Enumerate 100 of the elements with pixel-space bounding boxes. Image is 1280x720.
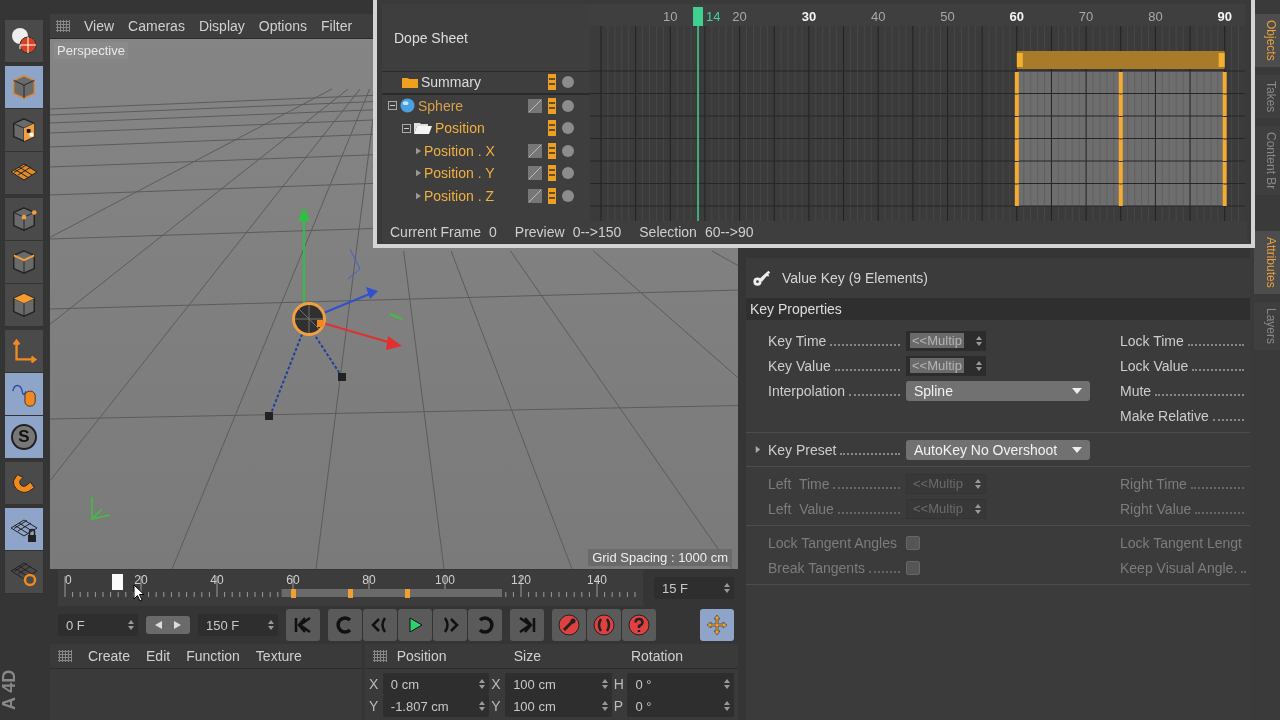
side-tab[interactable]: Attributes [1254,231,1280,295]
coordinate-field[interactable]: 100 cm [505,673,612,695]
menu-item[interactable]: Filter [321,18,353,34]
go-to-end-button[interactable] [510,609,544,641]
spinner-arrows-icon[interactable] [268,620,274,630]
preview-range-bar[interactable] [281,589,502,597]
menu-item[interactable]: Edit [146,648,171,664]
track-bars-icon[interactable] [548,165,556,182]
keyframe-marker[interactable] [1222,94,1227,116]
spinner-arrows-icon[interactable] [976,360,982,371]
menu-item[interactable]: Texture [255,648,302,664]
side-tab[interactable]: Objects [1254,14,1280,67]
menu-item[interactable]: Create [88,648,131,664]
go-to-start-button[interactable] [286,609,320,641]
tool-button[interactable] [5,551,43,594]
help-button[interactable] [622,609,656,641]
tool-button[interactable] [5,508,43,551]
keyframe-marker[interactable] [1118,162,1123,184]
end-frame-field[interactable]: 150 F [198,614,278,636]
next-key-button[interactable] [468,609,502,641]
track-bars-icon[interactable] [548,187,556,204]
solo-dot-icon[interactable] [562,167,574,180]
track-bars-icon[interactable] [548,120,556,137]
curve-toggle-icon[interactable] [528,143,542,158]
track-bars-icon[interactable] [548,142,556,159]
coordinate-field[interactable]: 0 ° [627,695,734,717]
play-button[interactable] [398,609,432,641]
keyframe-marker[interactable] [1222,117,1227,139]
keyframe-marker[interactable] [291,589,296,598]
tool-button[interactable] [5,241,43,284]
menu-item[interactable]: View [84,18,115,34]
keyframe-marker[interactable] [1118,139,1123,161]
spinner-arrows-icon[interactable] [976,335,982,346]
spinner-arrows-icon[interactable] [724,583,730,593]
start-frame-field[interactable]: 0 F [58,614,138,636]
track-bars-icon[interactable] [548,74,556,91]
keyframe-marker[interactable] [1014,162,1019,184]
menu-item[interactable]: Cameras [128,18,185,34]
solo-dot-icon[interactable] [562,189,574,202]
track-name[interactable]: Sphere [418,97,464,114]
spinner-arrows-icon[interactable] [975,503,981,514]
coordinate-field[interactable]: 0 cm [382,673,490,695]
tool-button[interactable] [5,20,43,63]
tool-button[interactable] [5,462,43,505]
keyframe-marker[interactable] [1118,184,1123,206]
tool-button[interactable] [5,109,43,152]
tool-button[interactable]: S [5,416,43,459]
dropdown[interactable]: AutoKey No Overshoot [906,439,1090,460]
menu-item[interactable]: Display [198,18,245,34]
keyframe-marker[interactable] [348,589,353,598]
coordinate-field[interactable]: 0 ° [627,673,734,695]
keyframe-marker[interactable] [1118,94,1123,116]
spinner-arrows-icon[interactable] [601,679,608,689]
fps-field[interactable]: 15 F [654,577,734,599]
keyframe-marker[interactable] [1014,117,1019,139]
keyframe-marker[interactable] [1222,72,1227,94]
spinner-arrows-icon[interactable] [975,478,981,489]
tool-button[interactable] [5,152,43,195]
spinner-arrows-icon[interactable] [724,701,730,711]
autokey-button[interactable] [587,609,621,641]
keyframe-marker[interactable] [1014,94,1019,116]
previous-frame-button[interactable] [363,609,397,641]
track-name[interactable]: Position . Z [424,187,495,204]
curve-toggle-icon[interactable] [528,98,542,113]
expand-arrow-icon[interactable] [753,446,761,453]
track-bars-icon[interactable] [548,97,556,114]
track-name[interactable]: Position [435,120,485,137]
playhead-marker[interactable] [112,574,123,590]
spinner-arrows-icon[interactable] [724,679,730,689]
keyframe-marker[interactable] [1222,184,1227,206]
coordinate-field[interactable]: 100 cm [505,695,612,717]
collapse-toggle-icon[interactable] [402,123,411,133]
collapse-toggle-icon[interactable] [388,101,397,111]
track-name[interactable]: Position . X [424,142,495,159]
playhead-line[interactable] [693,7,703,221]
tool-button[interactable] [5,66,43,109]
keyframe-marker[interactable] [1222,162,1227,184]
curve-toggle-icon[interactable] [528,166,542,181]
spinner-arrows-icon[interactable] [128,620,134,630]
dropdown[interactable]: Spline [906,380,1090,401]
keyframe-marker[interactable] [1014,184,1019,206]
tool-button[interactable] [5,330,43,373]
solo-dot-icon[interactable] [562,99,574,112]
keyframe-marker[interactable] [1118,72,1123,94]
spinner-arrows-icon[interactable] [601,701,608,711]
solo-dot-icon[interactable] [562,76,574,89]
keyframe-marker[interactable] [405,589,410,598]
track-name[interactable]: Position . Y [424,165,495,182]
solo-dot-icon[interactable] [562,144,574,157]
spinner-arrows-icon[interactable] [479,701,486,711]
curve-toggle-icon[interactable] [528,188,542,203]
menu-item[interactable]: Options [258,18,308,34]
menu-item[interactable]: Function [186,648,240,664]
record-button[interactable] [552,609,586,641]
spinner-arrows-icon[interactable] [479,679,486,689]
keyframe-marker[interactable] [1014,72,1019,94]
coordinate-field[interactable]: -1.807 cm [382,695,490,717]
tool-button[interactable] [5,373,43,416]
keyframe-marker[interactable] [1118,117,1123,139]
solo-dot-icon[interactable] [562,122,574,135]
